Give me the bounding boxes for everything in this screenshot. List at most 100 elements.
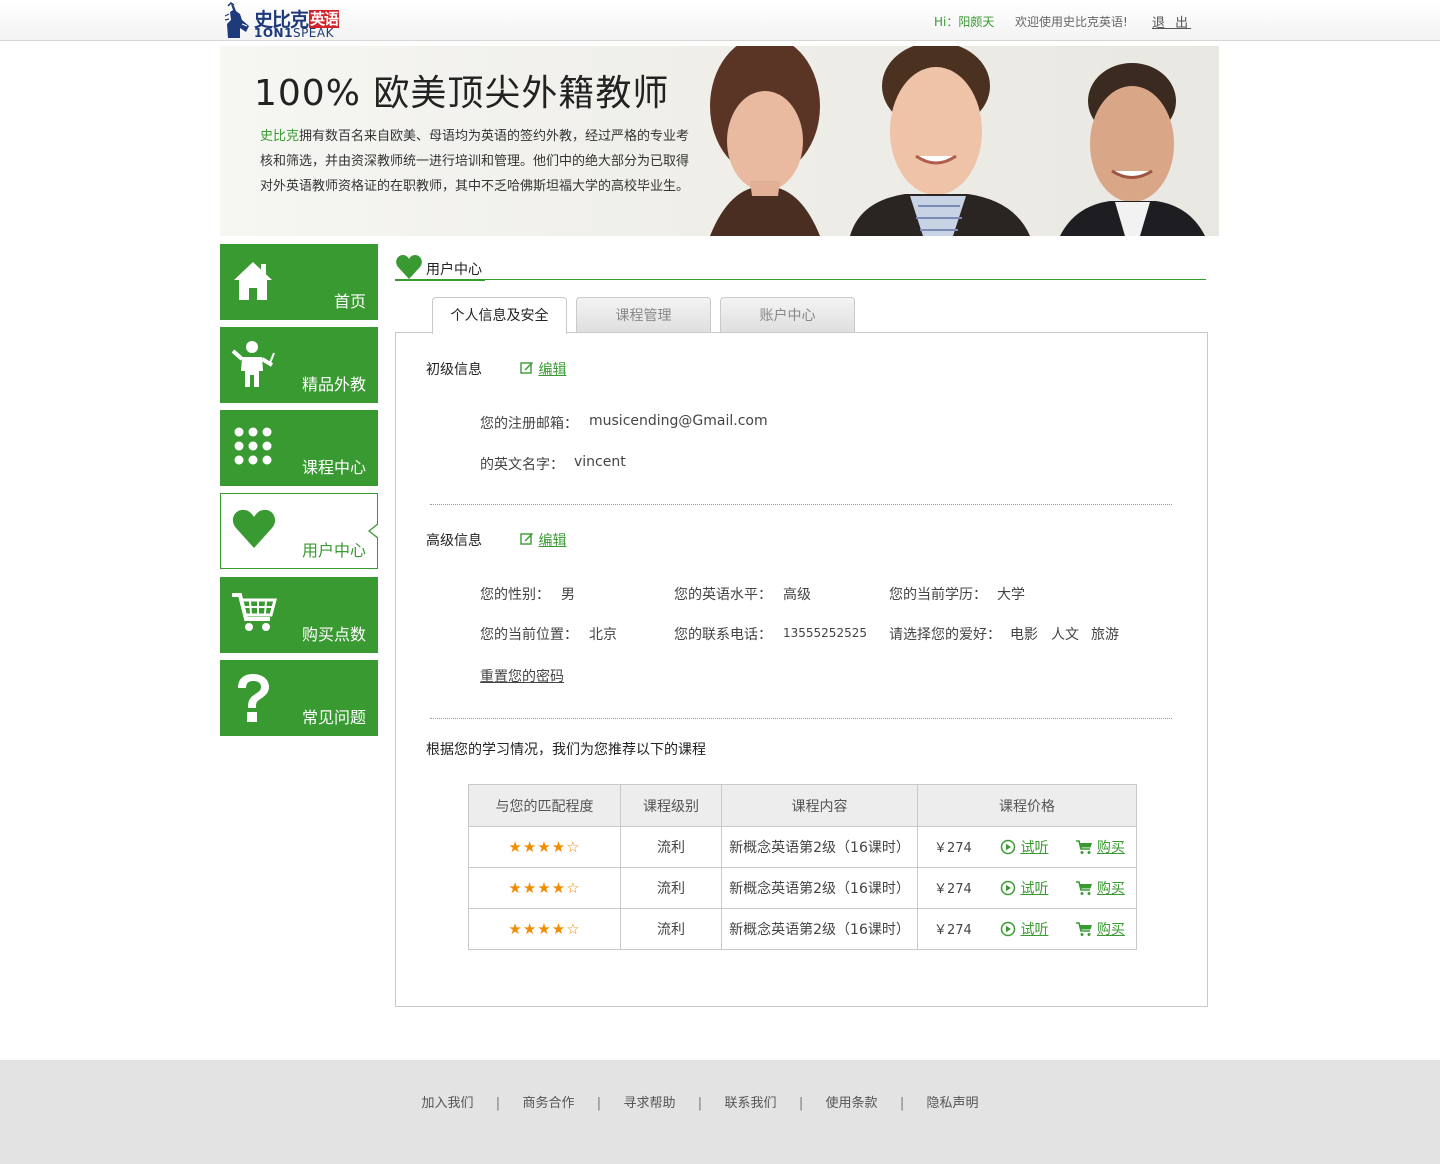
match-rating: ★★★★☆ [468,867,621,909]
logo-english: 1ON1SPEAK [254,26,334,40]
play-icon [1001,880,1016,896]
teachers-photo [710,46,1205,236]
banner-description: 史比克拥有数百名来自欧美、母语均为英语的签约外教，经过严格的专业考核和筛选，并由… [260,124,700,199]
trial-listen-link[interactable]: 试听 [1020,922,1048,938]
cart-icon [1075,922,1092,936]
active-indicator [368,523,379,539]
logo[interactable]: 史比克 英语 1ON1SPEAK [222,2,357,40]
footer-separator: | [899,1096,905,1111]
sidebar-item-label: 精品外教 [301,375,366,394]
edit-icon [520,533,533,545]
english-name-value: vincent [574,454,626,470]
tab-account-center[interactable]: 账户中心 [720,297,855,333]
heart-icon [396,255,422,279]
course-price-cell: ￥274 试听 购买 [917,867,1137,909]
column-header: 课程内容 [721,784,918,827]
sidebar-item-courses[interactable]: 课程中心 [220,410,378,486]
buy-link[interactable]: 购买 [1097,881,1125,897]
heart-icon [232,509,276,548]
footer-link-business[interactable]: 商务合作 [522,1096,574,1111]
footer-link-help[interactable]: 寻求帮助 [623,1096,675,1111]
table-row: ★★★★☆ 流利 新概念英语第2级（16课时） ￥274 试听 购买 [468,867,1137,909]
sidebar-item-label: 常见问题 [301,708,366,727]
footer-separator: | [798,1096,804,1111]
question-icon [238,674,269,722]
home-icon [234,262,272,300]
footer-separator: | [697,1096,703,1111]
logout-link[interactable]: 退 出 [1152,12,1191,31]
footer-link-join-us[interactable]: 加入我们 [421,1096,473,1111]
sidebar-item-label: 购买点数 [301,625,366,644]
footer-links: 加入我们 | 商务合作 | 寻求帮助 | 联系我们 | 使用条款 | 隐私声明 [0,1092,1400,1111]
table-row: ★★★★☆ 流利 新概念英语第2级（16课时） ￥274 试听 购买 [468,826,1137,868]
course-content: 新概念英语第2级（16课时） [721,826,918,868]
statue-logo-icon [224,2,249,38]
edit-icon [520,362,533,374]
sidebar-item-faq[interactable]: 常见问题 [220,660,378,736]
gender-value: 男 [561,587,575,603]
footer-link-contact[interactable]: 联系我们 [725,1096,777,1111]
star-rating: ★★★★☆ [508,879,581,897]
email-value: musicending@Gmail.com [589,413,768,429]
footer-link-terms[interactable]: 使用条款 [826,1096,878,1111]
course-content: 新概念英语第2级（16课时） [721,867,918,909]
english-name-label: 的英文名字： [480,457,564,473]
divider [430,504,1172,505]
recommended-courses-table: 与您的匹配程度 课程级别 课程内容 课程价格 ★★★★☆ 流利 新概念英语第2级… [468,784,1137,950]
english-level-label: 您的英语水平： [674,587,772,603]
edit-basic-link[interactable]: 编辑 [520,359,566,379]
english-level-value: 高级 [783,587,811,603]
sidebar-item-teachers[interactable]: 精品外教 [220,327,378,403]
edit-advanced-link[interactable]: 编辑 [520,530,566,550]
location-value: 北京 [589,627,617,643]
column-header: 与您的匹配程度 [468,784,621,827]
trial-listen-link[interactable]: 试听 [1020,840,1048,856]
buy-link[interactable]: 购买 [1097,922,1125,938]
sidebar-item-home[interactable]: 首页 [220,244,378,320]
banner-brand: 史比克 [260,129,300,144]
tab-personal-info[interactable]: 个人信息及安全 [432,297,567,334]
match-rating: ★★★★☆ [468,908,621,950]
column-header: 课程价格 [917,784,1137,827]
title-underline [395,279,485,281]
course-price-cell: ￥274 试听 购买 [917,908,1137,950]
recommend-intro: 根据您的学习情况，我们为您推荐以下的课程 [426,742,706,758]
user-greeting: Hi：阳颇天 [934,15,995,29]
sidebar-item-user-center[interactable]: 用户中心 [220,493,379,569]
cart-icon [1075,881,1092,895]
reset-password-link[interactable]: 重置您的密码 [480,666,564,686]
table-header-row: 与您的匹配程度 课程级别 课程内容 课程价格 [468,784,1137,827]
basic-info-title: 初级信息 [426,362,482,378]
trial-listen-link[interactable]: 试听 [1020,881,1048,897]
banner-headline: 100% 欧美顶尖外籍教师 [254,73,670,114]
footer-link-privacy[interactable]: 隐私声明 [927,1096,979,1111]
teacher-banner[interactable]: 100% 欧美顶尖外籍教师 史比克拥有数百名来自欧美、母语均为英语的签约外教，经… [220,46,1219,236]
teacher-icon [231,341,275,387]
price-value: ￥274 [934,841,972,856]
sidebar-item-label: 课程中心 [301,458,366,477]
course-level: 流利 [620,908,722,950]
footer: 加入我们 | 商务合作 | 寻求帮助 | 联系我们 | 使用条款 | 隐私声明 [0,1060,1440,1164]
play-icon [1001,921,1016,937]
course-level: 流利 [620,867,722,909]
email-label: 您的注册邮箱： [480,416,578,432]
top-bar: 史比克 英语 1ON1SPEAK Hi：阳颇天 欢迎使用史比克英语! 退 出 [0,0,1440,41]
grid-dots-icon [234,427,272,465]
hobby-item: 人文 [1051,627,1079,643]
cart-icon [1075,840,1092,854]
star-rating: ★★★★☆ [508,920,581,938]
welcome-text: 欢迎使用史比克英语! [1015,15,1128,29]
hobby-label: 请选择您的爱好： [889,627,1001,643]
play-icon [1001,839,1016,855]
phone-value: 13555252525 [783,626,867,640]
footer-separator: | [495,1096,501,1111]
personal-info-panel: 初级信息 编辑 您的注册邮箱： musicending@Gmail.com 的英… [395,332,1208,1007]
column-header: 课程级别 [620,784,722,827]
cart-icon [232,593,277,631]
sidebar-item-buy-points[interactable]: 购买点数 [220,577,378,653]
sidebar-item-label: 用户中心 [301,541,366,560]
buy-link[interactable]: 购买 [1097,840,1125,856]
gender-label: 您的性别： [480,587,550,603]
divider [430,718,1172,719]
tab-course-management[interactable]: 课程管理 [576,297,711,333]
